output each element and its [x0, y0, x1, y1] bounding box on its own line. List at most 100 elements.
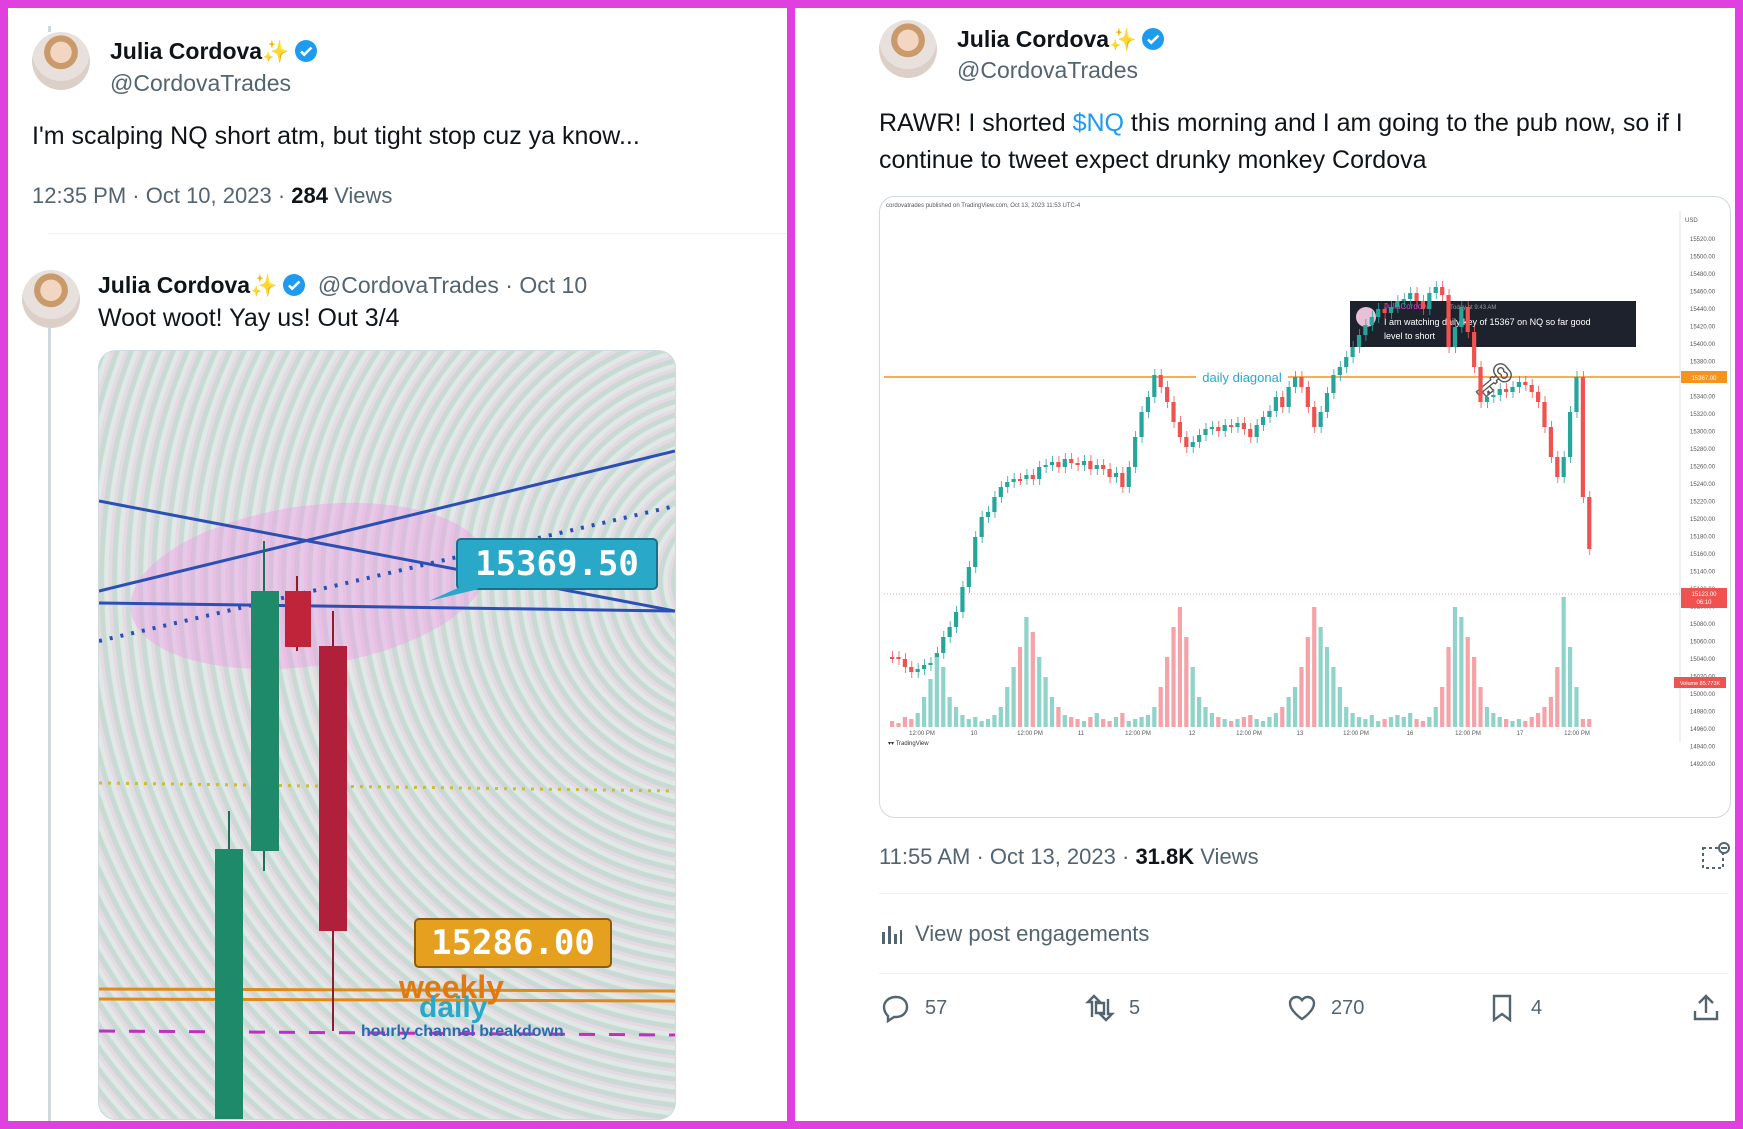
candle-body	[1324, 393, 1330, 412]
post-time[interactable]: 12:35 PM	[32, 183, 126, 208]
candle-body	[1062, 459, 1067, 467]
repost-button[interactable]: 5	[1085, 993, 1140, 1023]
candle-body	[1484, 397, 1490, 402]
volume-bar	[921, 697, 927, 727]
bookmark-button[interactable]: 4	[1487, 993, 1542, 1023]
last-price-text: 15123.00	[1691, 592, 1717, 598]
author-handle[interactable]: @CordovaTrades	[957, 57, 1138, 84]
candle-body	[1459, 307, 1464, 327]
volume-bar	[966, 719, 971, 727]
volume-bar	[1580, 719, 1585, 727]
post-time[interactable]: 11:55 AM	[879, 844, 970, 869]
candle-body	[1177, 422, 1183, 437]
post-meta: 12:35 PM · Oct 10, 2023 · 284 Views	[32, 183, 393, 208]
x-tick-label: 12:00 PM	[909, 731, 935, 737]
candle-body	[1535, 392, 1541, 402]
candle-body	[890, 657, 895, 659]
y-tick-label: 15140.00	[1690, 570, 1716, 576]
candle-body	[1497, 389, 1502, 395]
hourly-label: hourly channel breakdown	[361, 1023, 564, 1040]
y-tick-label: 15400.00	[1690, 342, 1716, 348]
post-date[interactable]: Oct 10, 2023	[146, 183, 272, 208]
bookmark-count: 4	[1531, 996, 1543, 1019]
volume-tag-text: Volume 85.773K	[1680, 681, 1721, 687]
tradingview-logo: ▾▾ TradingView	[888, 741, 929, 747]
candle-body	[1107, 469, 1112, 477]
x-tick-label: 12:00 PM	[1343, 731, 1369, 737]
volume-bar	[979, 721, 984, 727]
price-label-high: 15369.50	[475, 544, 639, 584]
candle-body	[1331, 375, 1336, 393]
volume-bar	[1190, 667, 1195, 727]
volume-bar	[1472, 657, 1477, 727]
candle-body	[1529, 385, 1534, 392]
post-photo[interactable]: 15369.50 15286.00 weekly daily hourly ch…	[98, 350, 676, 1120]
volume-bar	[1452, 607, 1458, 727]
volume-bar	[1318, 627, 1323, 727]
candle-body	[1446, 295, 1451, 347]
divider	[879, 973, 1729, 974]
candle-body	[966, 567, 971, 587]
y-tick-label: 15240.00	[1690, 482, 1716, 488]
volume-bar	[1088, 717, 1093, 727]
like-count: 270	[1331, 996, 1365, 1019]
volume-bar	[1037, 657, 1042, 727]
candle-body	[1043, 465, 1048, 467]
candle-body	[1440, 287, 1445, 295]
volume-bar	[1165, 657, 1170, 727]
candle-body	[960, 587, 965, 612]
author-name-block[interactable]: Julia Cordova✨	[110, 38, 318, 65]
candle-body	[1145, 397, 1151, 412]
volume-bar	[1523, 721, 1528, 727]
volume-bar	[1228, 721, 1234, 727]
volume-bar	[1497, 717, 1502, 727]
quoted-post-date[interactable]: Oct 10	[519, 272, 587, 298]
candle-body	[1555, 457, 1560, 477]
post-date[interactable]: Oct 13, 2023	[990, 844, 1116, 869]
repost-icon	[1085, 994, 1115, 1022]
author-name-block[interactable]: Julia Cordova✨	[957, 26, 1165, 53]
quoted-author-avatar[interactable]	[22, 270, 80, 328]
view-engagements-link[interactable]: View post engagements	[879, 921, 1149, 947]
volume-bar	[1504, 719, 1509, 727]
daily-level	[99, 997, 675, 1003]
candle-body	[1273, 397, 1278, 411]
author-avatar[interactable]	[879, 20, 937, 78]
post-chart-image[interactable]: cordovatrades published on TradingView.c…	[879, 196, 1731, 818]
volume-bar	[1561, 597, 1566, 727]
author-handle[interactable]: @CordovaTrades	[110, 70, 291, 97]
quoted-author-name[interactable]: Julia Cordova	[98, 272, 250, 298]
author-avatar[interactable]	[32, 32, 90, 90]
x-tick-label: 12:00 PM	[1455, 731, 1481, 737]
x-tick-label: 12:00 PM	[1125, 731, 1151, 737]
volume-bar	[1101, 719, 1106, 727]
verified-badge-icon	[1141, 28, 1164, 50]
view-engagements-label[interactable]: View post engagements	[915, 921, 1149, 947]
volume-bar	[1081, 721, 1087, 727]
volume-bar	[1337, 687, 1342, 727]
candle-body	[985, 512, 991, 517]
y-tick-label: 15060.00	[1690, 640, 1716, 646]
quoted-author-handle[interactable]: @CordovaTrades	[318, 272, 499, 298]
candle-body	[1433, 287, 1438, 293]
share-button[interactable]	[1691, 993, 1721, 1023]
volume-bar	[1587, 719, 1592, 727]
candle-body	[1427, 293, 1432, 309]
author-name[interactable]: Julia Cordova	[110, 38, 262, 64]
daily-label: daily	[419, 991, 488, 1024]
candle-body	[1254, 425, 1259, 437]
candle-body	[1152, 375, 1157, 397]
author-name[interactable]: Julia Cordova	[957, 26, 1109, 52]
views-count: 31.8K	[1135, 844, 1195, 869]
y-tick-label: 15380.00	[1690, 360, 1716, 366]
volume-bar	[1260, 721, 1266, 727]
volume-bar	[1235, 719, 1240, 727]
candle-body	[1292, 377, 1298, 387]
cashtag-link[interactable]: $NQ	[1073, 109, 1124, 137]
y-tick-label: 15180.00	[1690, 535, 1716, 541]
like-button[interactable]: 270	[1287, 993, 1364, 1023]
reply-button[interactable]: 57	[881, 993, 947, 1023]
y-tick-label: 15260.00	[1690, 465, 1716, 471]
candle-body	[1414, 293, 1419, 301]
analytics-icon[interactable]	[1700, 842, 1730, 872]
